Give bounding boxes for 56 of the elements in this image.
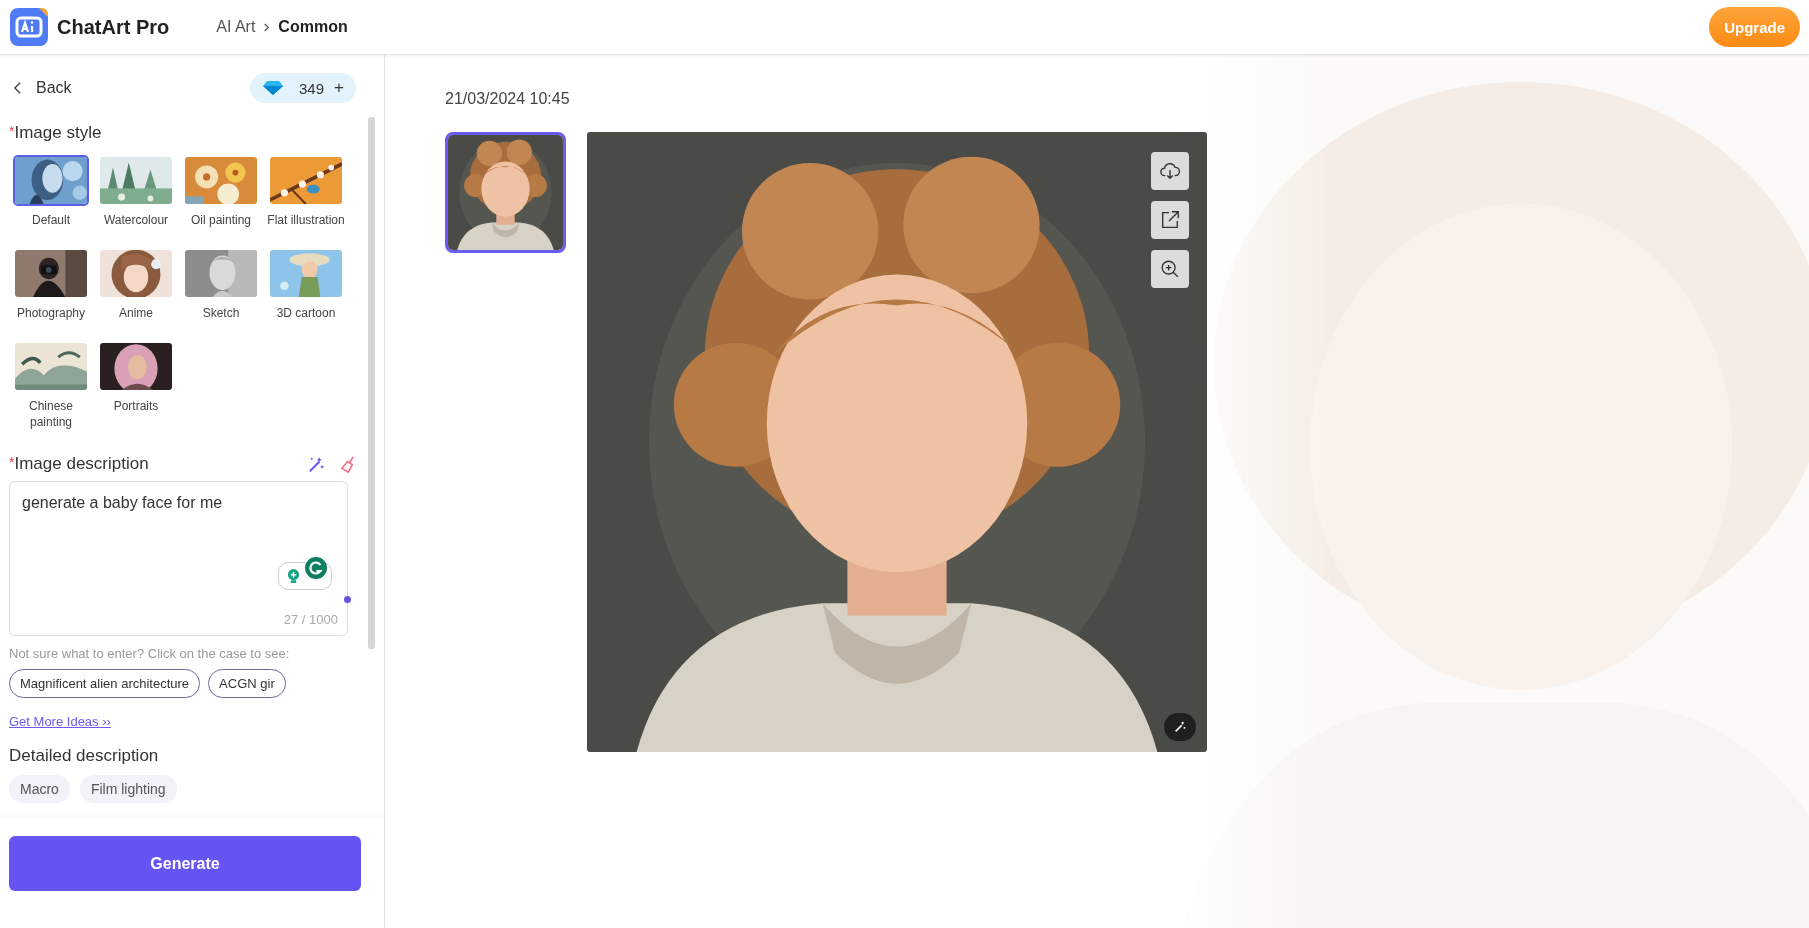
style-label[interactable]: Portraits bbox=[96, 398, 176, 414]
style-label[interactable]: Oil painting bbox=[181, 212, 261, 228]
style-label[interactable]: Default bbox=[11, 212, 91, 228]
credits-pill[interactable]: 349 + bbox=[250, 73, 356, 103]
example-chip[interactable]: ACGN gir bbox=[208, 669, 286, 698]
style-thumbnail[interactable] bbox=[183, 155, 259, 206]
chevron-left-icon bbox=[13, 81, 22, 95]
credits-count: 349 bbox=[299, 79, 325, 97]
style-label[interactable]: Sketch bbox=[181, 305, 261, 321]
download-button[interactable] bbox=[1151, 152, 1189, 190]
section-title: *Image style bbox=[9, 123, 103, 143]
chevron-icon bbox=[263, 21, 271, 33]
style-label[interactable]: Anime bbox=[96, 305, 176, 321]
breadcrumb-current: Common bbox=[278, 18, 348, 36]
example-chip[interactable]: Magnificent alien architecture bbox=[9, 669, 201, 698]
logo-icon bbox=[9, 7, 49, 47]
status-dot-icon bbox=[344, 596, 351, 603]
more-ideas-link[interactable]: Get More Ideas ›› bbox=[9, 714, 111, 729]
timestamp: 21/03/2024 10:45 bbox=[445, 90, 571, 109]
style-thumbnail[interactable] bbox=[268, 155, 344, 206]
style-thumbnail[interactable] bbox=[183, 248, 259, 299]
external-link-icon bbox=[1159, 209, 1181, 231]
diamond-icon bbox=[263, 80, 284, 96]
style-thumbnail[interactable] bbox=[268, 248, 344, 299]
breadcrumb-link[interactable]: AI Art bbox=[216, 18, 256, 36]
style-label[interactable]: Photography bbox=[11, 305, 91, 321]
style-thumbnail[interactable] bbox=[13, 248, 89, 299]
style-thumbnail[interactable] bbox=[13, 155, 89, 206]
cloud-download-icon bbox=[1159, 160, 1181, 182]
style-label[interactable]: Watercolour bbox=[96, 212, 176, 228]
lightbulb-icon bbox=[287, 567, 300, 585]
add-credits-button[interactable]: + bbox=[334, 78, 344, 98]
scrollbar-thumb[interactable] bbox=[368, 117, 375, 649]
style-label[interactable]: 3D cartoon bbox=[266, 305, 346, 321]
zoom-in-icon bbox=[1159, 258, 1181, 280]
tag-chip[interactable]: Macro bbox=[9, 775, 70, 803]
section-title: *Image description bbox=[9, 454, 150, 474]
style-label[interactable]: Flat illustration bbox=[266, 212, 346, 228]
back-button[interactable]: Back bbox=[9, 79, 72, 97]
share-button[interactable] bbox=[1151, 201, 1189, 239]
tag-chip[interactable]: Film lighting bbox=[79, 775, 177, 803]
section-title: Detailed description bbox=[9, 746, 160, 766]
generate-button[interactable]: Generate bbox=[9, 836, 361, 891]
app-name: ChatArt Pro bbox=[57, 15, 170, 39]
description-field[interactable]: generate a baby face for me 27 / 1000 bbox=[9, 481, 348, 636]
character-counter: 27 / 1000 bbox=[283, 612, 338, 627]
style-thumbnail[interactable] bbox=[13, 341, 89, 392]
style-thumbnail[interactable] bbox=[98, 341, 174, 392]
g-logo-icon[interactable] bbox=[305, 557, 327, 579]
magic-wand-icon bbox=[1173, 720, 1187, 734]
description-text: generate a baby face for me bbox=[22, 494, 223, 512]
style-label[interactable]: Chinese painting bbox=[11, 398, 91, 430]
style-thumbnail[interactable] bbox=[98, 248, 174, 299]
style-thumbnail[interactable] bbox=[98, 155, 174, 206]
zoom-in-button[interactable] bbox=[1151, 250, 1189, 288]
hint-text: Not sure what to enter? Click on the case to see: bbox=[9, 646, 291, 661]
